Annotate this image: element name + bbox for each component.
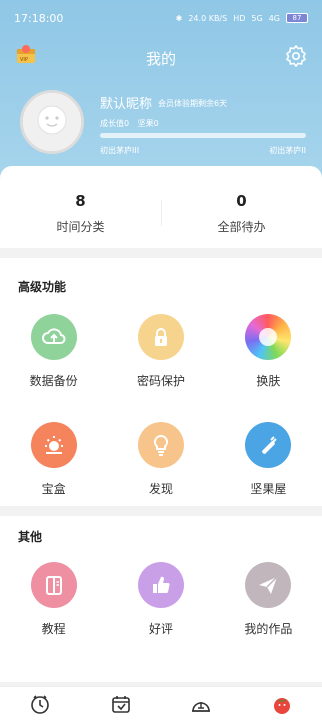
other-label: 我的作品	[244, 622, 293, 636]
stat-label: 全部待办	[217, 220, 266, 234]
battery-indicator: 87	[286, 13, 308, 23]
stat-value: 8	[75, 192, 86, 210]
stat-time-categories[interactable]: 8 时间分类	[0, 166, 161, 248]
member-trial-text: 会员体验期剩余6天	[158, 99, 228, 108]
signal-5g: 5G	[251, 13, 263, 23]
feature-change-skin[interactable]: 换肤	[215, 312, 322, 420]
cloud-upload-icon	[30, 314, 77, 360]
tab-calendar[interactable]	[81, 687, 162, 720]
clock-icon	[31, 694, 50, 714]
bottom-tab-bar	[0, 686, 322, 720]
nickname[interactable]: 默认昵称	[100, 93, 152, 112]
signal-4g: 4G	[268, 13, 280, 23]
sun-icon	[30, 422, 77, 468]
bulb-icon	[137, 422, 184, 468]
other-label: 教程	[41, 622, 66, 636]
other-tutorial[interactable]: 教程	[0, 560, 107, 668]
thumbs-up-icon	[137, 562, 184, 608]
stats-divider	[161, 200, 162, 226]
dome-icon	[192, 701, 211, 712]
feature-treasure-box[interactable]: 宝盒	[0, 420, 107, 528]
feature-label: 密码保护	[136, 374, 185, 388]
nuts-value: 坚果0	[137, 119, 159, 128]
status-time: 17:18:00	[14, 11, 64, 25]
growth-value: 成长值0	[100, 119, 130, 128]
others-card: 其他 教程 好评 我的作品	[0, 516, 322, 682]
feature-label: 坚果屋	[250, 482, 287, 496]
book-icon	[30, 562, 77, 608]
feature-password-protect[interactable]: 密码保护	[107, 312, 214, 420]
gear-icon[interactable]	[284, 44, 308, 68]
tab-focus[interactable]	[161, 687, 242, 720]
level-progress-bar	[100, 133, 306, 138]
nut-icon	[245, 422, 292, 468]
avatar[interactable]	[20, 90, 84, 154]
tomato-icon	[273, 697, 290, 714]
avatar-face-icon	[23, 93, 81, 151]
hd-badge: HD	[233, 13, 246, 23]
growth-stats: 成长值0 坚果0	[100, 118, 165, 129]
page-title: 我的	[145, 50, 176, 68]
paper-plane-icon	[245, 562, 292, 608]
feature-label: 宝盒	[41, 482, 66, 496]
calendar-icon	[111, 695, 130, 713]
color-wheel-icon	[245, 314, 292, 360]
current-level: 初出茅庐III	[100, 146, 140, 155]
feature-label: 发现	[148, 482, 173, 496]
advanced-features-card: 高级功能 数据备份 密码保护 换肤 宝盒 发现 坚果屋	[0, 258, 322, 506]
feature-nut-house[interactable]: 坚果屋	[215, 420, 322, 528]
feature-label: 数据备份	[29, 374, 78, 388]
feature-data-backup[interactable]: 数据备份	[0, 312, 107, 420]
stat-value: 0	[236, 192, 247, 210]
next-level: 初出茅庐II	[269, 146, 306, 155]
tab-timer[interactable]	[0, 687, 81, 720]
other-label: 好评	[148, 622, 173, 636]
feature-discover[interactable]: 发现	[107, 420, 214, 528]
lock-icon	[137, 314, 184, 360]
bluetooth-icon: ✱	[175, 13, 183, 23]
section-title: 高级功能	[18, 280, 67, 294]
stat-all-todos[interactable]: 0 全部待办	[161, 166, 322, 248]
stat-label: 时间分类	[56, 220, 105, 234]
status-bar: 17:18:00 ✱ 24.0 KB/S HD 5G 4G 87	[0, 0, 322, 36]
other-my-works[interactable]: 我的作品	[215, 560, 322, 668]
tab-mine[interactable]	[242, 687, 322, 720]
section-title: 其他	[18, 530, 43, 544]
other-rate[interactable]: 好评	[107, 560, 214, 668]
network-speed: 24.0 KB/S	[188, 13, 228, 23]
feature-label: 换肤	[256, 374, 281, 388]
